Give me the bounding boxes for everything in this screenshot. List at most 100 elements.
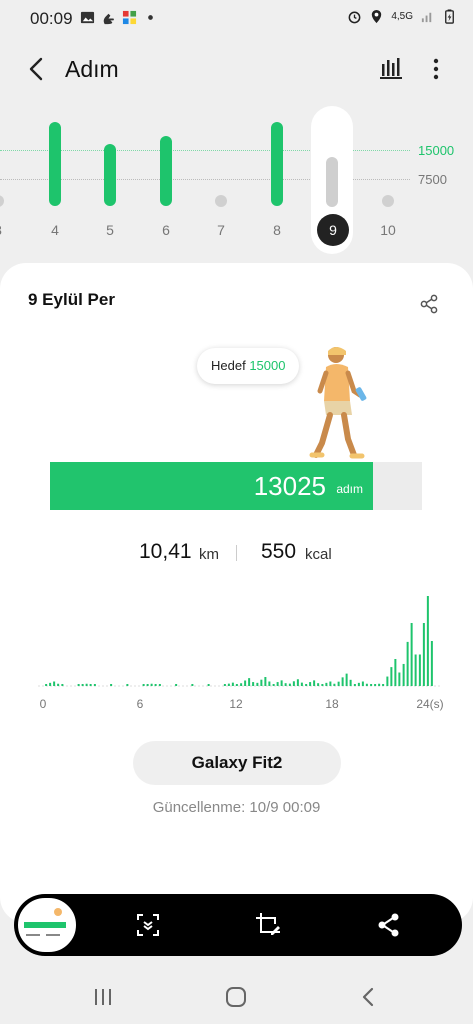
hour-bar bbox=[365, 683, 368, 686]
app-grid-icon bbox=[122, 10, 137, 25]
screenshot-toolbar bbox=[14, 894, 462, 956]
hour-bar bbox=[406, 641, 409, 686]
hour-bar bbox=[361, 681, 364, 686]
bar-chart-icon[interactable] bbox=[376, 54, 406, 84]
day-label: 6 bbox=[162, 222, 170, 238]
hour-bar bbox=[252, 682, 255, 686]
hour-bar bbox=[398, 672, 401, 686]
hour-bar bbox=[426, 596, 429, 686]
more-options-icon[interactable] bbox=[421, 54, 451, 84]
hour-bar bbox=[85, 683, 88, 686]
navigation-bar bbox=[0, 970, 473, 1024]
goal-value: 15000 bbox=[249, 358, 286, 373]
hour-bar bbox=[410, 623, 413, 686]
hour-bar bbox=[280, 680, 283, 686]
screenshot-thumbnail[interactable] bbox=[18, 898, 76, 952]
device-button[interactable]: Galaxy Fit2 bbox=[133, 741, 341, 785]
day-column-3[interactable]: 3 bbox=[0, 100, 20, 260]
signal-icon bbox=[421, 12, 432, 23]
hour-bar bbox=[235, 684, 238, 686]
hour-bar bbox=[329, 681, 332, 686]
hour-bar bbox=[321, 684, 324, 686]
hour-bar bbox=[158, 684, 161, 686]
hour-bar bbox=[276, 682, 279, 686]
hour-bar bbox=[223, 684, 226, 686]
hour-bar bbox=[325, 682, 328, 686]
status-right: 4,5G bbox=[347, 9, 457, 24]
share-icon[interactable] bbox=[418, 293, 440, 315]
hour-bar bbox=[150, 683, 153, 686]
day-column-5[interactable]: 5 bbox=[88, 100, 132, 260]
back-nav-icon[interactable] bbox=[356, 984, 382, 1010]
selected-day-bar bbox=[326, 157, 338, 207]
hour-bar bbox=[313, 680, 316, 686]
hour-bar bbox=[353, 684, 356, 686]
gallery-icon bbox=[80, 11, 95, 24]
hour-bar bbox=[227, 683, 230, 686]
hour-bar bbox=[341, 677, 344, 686]
calories-value: 550 bbox=[261, 540, 297, 563]
network-type: 4,5G bbox=[391, 11, 413, 22]
day-column-10[interactable]: 10 bbox=[366, 100, 410, 260]
day-column-8[interactable]: 8 bbox=[255, 100, 299, 260]
crop-edit-icon[interactable] bbox=[254, 911, 282, 939]
hour-bar bbox=[337, 681, 340, 686]
day-column-6[interactable]: 6 bbox=[144, 100, 188, 260]
hour-bar bbox=[382, 684, 385, 686]
hour-bar bbox=[296, 679, 299, 686]
day-dot bbox=[0, 195, 4, 207]
hour-bar bbox=[61, 684, 64, 686]
hour-bar bbox=[45, 684, 48, 686]
back-icon[interactable] bbox=[22, 54, 52, 84]
hour-bar bbox=[357, 682, 360, 686]
hour-bar bbox=[305, 684, 308, 686]
thumbnail-preview-icon bbox=[20, 900, 74, 950]
hour-bar bbox=[244, 680, 247, 686]
hour-bar bbox=[81, 684, 84, 686]
weekly-steps-chart[interactable]: 3 4 5 6 7 8 10 9 15000 7500 bbox=[0, 100, 473, 260]
status-bar: 00:09 4,5G bbox=[0, 0, 473, 38]
hour-bar bbox=[317, 683, 320, 686]
hour-bar bbox=[231, 682, 234, 686]
hour-bar bbox=[272, 684, 275, 686]
day-column-7[interactable]: 7 bbox=[199, 100, 243, 260]
hour-bar bbox=[333, 683, 336, 686]
hour-bar bbox=[126, 684, 129, 686]
hour-bar bbox=[386, 676, 389, 686]
hour-bar bbox=[390, 667, 393, 686]
hour-axis-label: 24(s) bbox=[416, 697, 443, 711]
selected-day-label[interactable]: 9 bbox=[317, 214, 349, 246]
day-dot bbox=[382, 195, 394, 207]
day-dot bbox=[215, 195, 227, 207]
hour-bar bbox=[264, 677, 267, 686]
walking-person-illustration bbox=[309, 347, 367, 459]
day-bar bbox=[160, 136, 172, 206]
share-screenshot-icon[interactable] bbox=[375, 911, 403, 939]
hour-bar bbox=[292, 681, 295, 686]
hour-bar bbox=[93, 684, 96, 686]
updated-text: Güncellenme: 10/9 00:09 bbox=[152, 799, 321, 816]
day-column-4[interactable]: 4 bbox=[33, 100, 77, 260]
hour-bar bbox=[422, 623, 425, 686]
alarm-icon bbox=[348, 11, 361, 24]
scroll-capture-icon[interactable] bbox=[134, 911, 162, 939]
hour-bar bbox=[402, 663, 405, 686]
stats-row: 10,41 km 550 kcal bbox=[0, 540, 473, 570]
hourly-steps-chart[interactable]: 0 6 12 18 24(s) bbox=[30, 591, 450, 716]
hour-axis-label: 6 bbox=[137, 697, 144, 711]
hour-bar bbox=[256, 682, 259, 686]
hour-bar bbox=[288, 683, 291, 686]
goal-axis-label: 15000 bbox=[418, 143, 455, 158]
day-label: 4 bbox=[51, 222, 59, 238]
hour-bar bbox=[374, 684, 377, 686]
hand-icon bbox=[103, 13, 114, 25]
hour-bar bbox=[248, 678, 251, 686]
dot-icon bbox=[148, 15, 153, 20]
hour-bar bbox=[260, 679, 263, 686]
recent-apps-icon[interactable] bbox=[90, 984, 116, 1010]
status-time: 00:09 bbox=[30, 9, 73, 28]
hour-bar bbox=[146, 684, 149, 686]
steps-progress-bar: 13025 adım bbox=[50, 462, 422, 510]
page-title: Adım bbox=[65, 56, 119, 82]
home-icon[interactable] bbox=[223, 984, 249, 1010]
